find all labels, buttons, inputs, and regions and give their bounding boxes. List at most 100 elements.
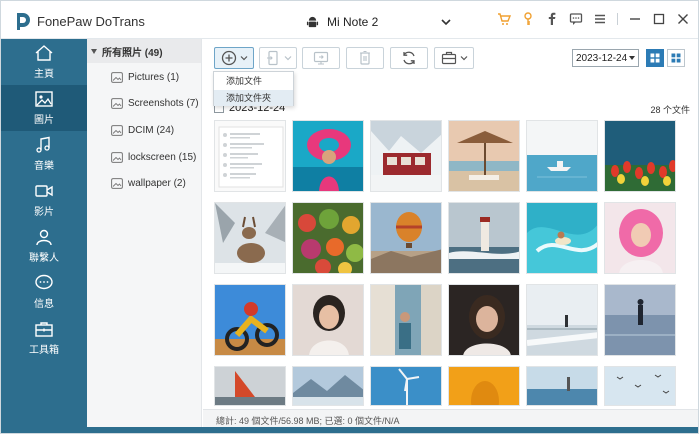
sidebar-item-label: 主頁 [34, 69, 54, 80]
album-all-photos[interactable]: 所有照片 (49) [87, 39, 201, 63]
portrait-woman-image [293, 285, 363, 355]
screenshot-thumbnail-image [215, 121, 285, 191]
toolbox-button[interactable] [434, 47, 474, 69]
album-panel: 所有照片 (49) Pictures (1) Screenshots (7) D… [87, 39, 202, 427]
sidebar-item-pictures[interactable]: 圖片 [1, 85, 87, 131]
hot-air-balloon-image [371, 203, 441, 273]
lake-figure-image [605, 285, 675, 355]
beach-umbrella-image [449, 121, 519, 191]
chevron-down-icon [240, 56, 247, 61]
sidebar-item-toolbox[interactable]: 工具箱 [1, 315, 87, 361]
photo-thumbnail[interactable] [604, 366, 676, 406]
photo-thumbnail[interactable] [292, 284, 364, 356]
expand-triangle-icon [91, 48, 97, 54]
toolbox-icon [441, 51, 456, 65]
photo-thumbnail[interactable] [214, 120, 286, 192]
export-to-device-button[interactable] [259, 47, 297, 69]
photo-thumbnail[interactable] [292, 202, 364, 274]
photo-thumbnail[interactable] [448, 120, 520, 192]
delete-icon [360, 50, 370, 65]
album-item-wallpaper[interactable]: wallpaper (2) [111, 178, 186, 189]
birds-sky-image [605, 367, 675, 405]
close-icon[interactable] [676, 12, 690, 26]
orange-silhouette-image [449, 367, 519, 405]
app-title: FonePaw DoTrans [37, 14, 145, 29]
delete-button[interactable] [346, 47, 384, 69]
grid-view-button[interactable] [646, 49, 664, 67]
menu-icon[interactable] [593, 12, 607, 26]
lighthouse-image [449, 203, 519, 273]
sidebar-item-contacts[interactable]: 聯繫人 [1, 223, 87, 269]
export-to-pc-icon [313, 51, 329, 65]
device-selector[interactable]: Mi Note 2 [306, 13, 451, 31]
export-to-pc-button[interactable] [302, 47, 340, 69]
message-icon [35, 274, 53, 290]
photo-thumbnail[interactable] [604, 202, 676, 274]
photo-thumbnail[interactable] [526, 284, 598, 356]
sidebar-item-label: 音樂 [34, 161, 54, 172]
sidebar-item-messages[interactable]: 信息 [1, 269, 87, 315]
snow-pier-image [527, 285, 597, 355]
photo-thumbnail[interactable] [526, 202, 598, 274]
album-item-label: wallpaper (2) [128, 178, 186, 189]
album-item-screenshots[interactable]: Screenshots (7) [111, 98, 199, 109]
album-item-dcim[interactable]: DCIM (24) [111, 125, 174, 136]
main-content: 2023-12-24 添加文件 添加文件夾 2023-12-24 28 个文件 [203, 39, 698, 427]
sidebar-item-label: 影片 [34, 207, 54, 218]
key-icon[interactable] [521, 12, 535, 26]
album-icon [111, 152, 123, 163]
sidebar-item-label: 圖片 [34, 115, 54, 126]
photo-thumbnail[interactable] [214, 202, 286, 274]
photo-thumbnail[interactable] [370, 120, 442, 192]
photo-thumbnail[interactable] [526, 366, 598, 406]
menu-item-add-file[interactable]: 添加文件 [214, 73, 293, 89]
surfer-image [527, 203, 597, 273]
maximize-icon[interactable] [652, 12, 666, 26]
photo-thumbnail[interactable] [604, 284, 676, 356]
cart-icon[interactable] [497, 12, 511, 26]
minimize-icon[interactable] [628, 12, 642, 26]
pink-hair-image [605, 203, 675, 273]
photo-thumbnail[interactable] [370, 284, 442, 356]
date-select[interactable]: 2023-12-24 [572, 49, 639, 67]
photo-thumbnail[interactable] [448, 366, 520, 406]
refresh-button[interactable] [390, 47, 428, 69]
photo-thumbnail[interactable] [448, 202, 520, 274]
photo-thumbnail[interactable] [214, 366, 286, 406]
date-select-value: 2023-12-24 [576, 52, 628, 64]
contacts-icon [36, 229, 52, 246]
title-bar: FonePaw DoTrans Mi Note 2 [1, 1, 698, 39]
album-item-pictures[interactable]: Pictures (1) [111, 72, 179, 83]
add-menu: 添加文件 添加文件夾 [213, 71, 294, 106]
photo-thumbnail[interactable] [526, 120, 598, 192]
sidebar-item-label: 工具箱 [29, 345, 59, 356]
photo-thumbnail[interactable] [292, 366, 364, 406]
mountain-lake-image [293, 367, 363, 405]
photo-thumbnail[interactable] [370, 366, 442, 406]
album-item-label: lockscreen (15) [128, 152, 197, 163]
sidebar-item-music[interactable]: 音樂 [1, 131, 87, 177]
sidebar-item-home[interactable]: 主頁 [1, 39, 87, 85]
photo-thumbnail[interactable] [214, 284, 286, 356]
photo-thumbnail[interactable] [292, 120, 364, 192]
sidebar-item-label: 聯繫人 [29, 253, 59, 264]
deer-snow-image [215, 203, 285, 273]
menu-item-add-folder[interactable]: 添加文件夾 [214, 90, 293, 106]
facebook-icon[interactable] [545, 12, 559, 26]
refresh-icon [403, 51, 415, 65]
photo-thumbnail[interactable] [370, 202, 442, 274]
add-button[interactable] [214, 47, 254, 69]
wind-turbine-image [371, 367, 441, 405]
album-item-lockscreen[interactable]: lockscreen (15) [111, 152, 196, 163]
chevron-down-icon [284, 56, 291, 61]
photo-thumbnail[interactable] [448, 284, 520, 356]
tile-view-icon [671, 53, 681, 63]
street-alley-image [371, 285, 441, 355]
chevron-down-icon [460, 56, 467, 61]
album-item-label: Pictures (1) [128, 72, 180, 83]
sidebar-item-videos[interactable]: 影片 [1, 177, 87, 223]
status-text: 總計: 49 個文件/56.98 MB; 已選: 0 個文件/N/A [216, 416, 400, 426]
photo-thumbnail[interactable] [604, 120, 676, 192]
chat-icon[interactable] [569, 12, 583, 26]
list-view-button[interactable] [667, 49, 685, 67]
